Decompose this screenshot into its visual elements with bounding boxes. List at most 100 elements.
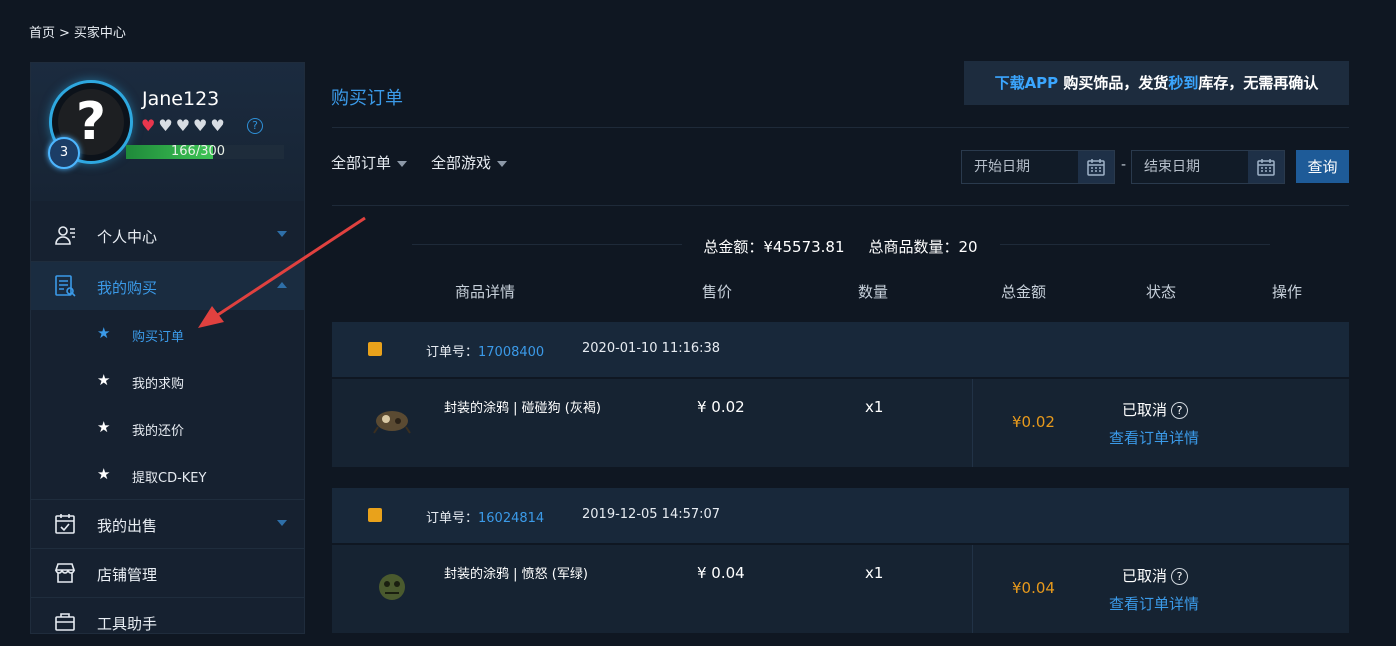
- column-header-price: 售价: [702, 283, 733, 301]
- status-label: 已取消: [1122, 567, 1168, 585]
- order-row: 封装的涂鸦 | 愤怒 (军绿) ¥ 0.04 x1 ¥0.04 已取消? 查看订…: [332, 545, 1349, 633]
- sidebar-item-my-sales[interactable]: 我的出售: [31, 500, 304, 548]
- promo-text-highlight: 秒到: [1168, 74, 1199, 92]
- breadcrumb-separator: >: [59, 26, 70, 41]
- end-date-calendar-button[interactable]: [1248, 151, 1284, 183]
- column-header-total: 总金额: [1001, 283, 1047, 301]
- star-icon: ★: [97, 465, 111, 483]
- query-button[interactable]: 查询: [1296, 150, 1349, 183]
- store-icon: [54, 563, 76, 583]
- divider: [972, 545, 973, 633]
- level-badge: 3: [48, 137, 80, 169]
- heart-empty-icon: ♥: [193, 116, 211, 135]
- star-icon: ★: [97, 371, 111, 389]
- order-type-filter[interactable]: 全部订单: [331, 152, 408, 173]
- toolbox-icon: [55, 613, 75, 631]
- calendar-icon: [1087, 159, 1105, 176]
- view-order-detail-link[interactable]: 查看订单详情: [1109, 593, 1199, 614]
- sidebar-item-label: 店铺管理: [97, 566, 158, 584]
- promo-text-highlight: 下载APP: [994, 74, 1059, 92]
- order-type-filter-label: 全部订单: [331, 154, 392, 172]
- order-time: 2020-01-10 11:16:38: [582, 341, 721, 356]
- order-number-link[interactable]: 16024814: [478, 511, 544, 526]
- sidebar-subitem-cdkey[interactable]: ★ 提取CD-KEY: [31, 451, 304, 498]
- status-help-icon[interactable]: ?: [1171, 568, 1189, 585]
- order-time: 2019-12-05 14:57:07: [582, 507, 721, 522]
- breadcrumb-home[interactable]: 首页: [29, 26, 55, 41]
- heart-empty-icon: ♥: [210, 116, 228, 135]
- sidebar-subitem-label: 我的求购: [132, 377, 185, 392]
- csgo-game-icon: [368, 342, 382, 356]
- order-total: ¥0.02: [1012, 413, 1055, 431]
- reputation-hearts: ♥♥♥♥♥: [141, 116, 228, 135]
- reputation-help-icon[interactable]: ?: [247, 118, 263, 134]
- column-header-qty: 数量: [858, 283, 889, 301]
- order-row: 封装的涂鸦 | 碰碰狗 (灰褐) ¥ 0.02 x1 ¥0.02 已取消? 查看…: [332, 379, 1349, 467]
- order-number: 订单号：16024814: [426, 507, 544, 526]
- order-total: ¥0.04: [1012, 579, 1055, 597]
- summary-total-amount: 总金额：¥45573.81: [703, 238, 845, 256]
- start-date-input[interactable]: [962, 151, 1076, 183]
- xp-text: 166/300: [171, 144, 226, 159]
- date-range-separator: -: [1121, 157, 1127, 173]
- annotation-arrow-icon: [198, 216, 366, 328]
- item-quantity: x1: [865, 398, 884, 416]
- heart-filled-icon: ♥: [141, 116, 159, 135]
- start-date-calendar-button[interactable]: [1078, 151, 1114, 183]
- column-header-status: 状态: [1146, 283, 1177, 301]
- purchase-list-icon: [55, 275, 76, 297]
- page-title: 购买订单: [331, 88, 403, 109]
- app-download-banner[interactable]: 下载APP 购买饰品，发货秒到库存，无需再确认: [964, 61, 1349, 105]
- order-status: 已取消?: [1122, 399, 1189, 420]
- order-summary: 总金额：¥45573.81 总商品数量：20: [332, 236, 1349, 257]
- sidebar-item-label: 我的购买: [97, 279, 158, 297]
- item-price: ¥ 0.04: [697, 564, 745, 582]
- sidebar-subitem-my-requests[interactable]: ★ 我的求购: [31, 357, 304, 404]
- sidebar-item-label: 工具助手: [97, 615, 158, 633]
- status-help-icon[interactable]: ?: [1171, 402, 1189, 419]
- username: Jane123: [142, 88, 220, 110]
- order-header: 订单号：16024814 2019-12-05 14:57:07: [332, 488, 1349, 543]
- sidebar-item-label: 个人中心: [97, 228, 158, 246]
- sidebar-item-store-management[interactable]: 店铺管理: [31, 549, 304, 597]
- caret-down-icon: [497, 160, 508, 167]
- view-order-detail-link[interactable]: 查看订单详情: [1109, 427, 1199, 448]
- xp-progress-bar: 166/300: [126, 144, 284, 159]
- calendar-check-icon: [55, 514, 75, 534]
- end-date-picker: [1131, 150, 1285, 184]
- breadcrumb: 首页 > 买家中心: [29, 22, 130, 41]
- sidebar-item-tools[interactable]: 工具助手: [31, 598, 304, 646]
- game-filter-label: 全部游戏: [431, 154, 492, 172]
- order-number: 订单号：17008400: [426, 341, 544, 360]
- order-number-label: 订单号：: [426, 511, 479, 526]
- item-name[interactable]: 封装的涂鸦 | 碰碰狗 (灰褐): [444, 397, 601, 416]
- column-header-action: 操作: [1272, 283, 1303, 301]
- end-date-input[interactable]: [1132, 151, 1246, 183]
- game-filter[interactable]: 全部游戏: [431, 152, 508, 173]
- caret-down-icon: [397, 160, 408, 167]
- status-label: 已取消: [1122, 401, 1168, 419]
- user-profile-icon: [55, 226, 75, 245]
- sidebar-subitem-label: 我的还价: [132, 424, 185, 439]
- item-thumbnail[interactable]: [368, 567, 416, 607]
- star-icon: ★: [97, 418, 111, 436]
- item-price: ¥ 0.02: [697, 398, 745, 416]
- order-number-label: 订单号：: [426, 345, 479, 360]
- divider: [332, 205, 1349, 206]
- start-date-picker: [961, 150, 1115, 184]
- divider: [972, 379, 973, 467]
- order-status: 已取消?: [1122, 565, 1189, 586]
- summary-total-items: 总商品数量：20: [868, 238, 978, 256]
- order-header: 订单号：17008400 2020-01-10 11:16:38: [332, 322, 1349, 377]
- breadcrumb-current: 买家中心: [73, 26, 126, 41]
- chevron-down-icon: [277, 520, 287, 526]
- column-header-detail: 商品详情: [455, 283, 516, 301]
- heart-empty-icon: ♥: [175, 116, 194, 135]
- order-number-link[interactable]: 17008400: [478, 345, 544, 360]
- sidebar-subitem-my-offers[interactable]: ★ 我的还价: [31, 404, 304, 451]
- item-quantity: x1: [865, 564, 884, 582]
- csgo-game-icon: [368, 508, 382, 522]
- item-name[interactable]: 封装的涂鸦 | 愤怒 (军绿): [444, 563, 588, 582]
- item-thumbnail[interactable]: [368, 401, 416, 441]
- calendar-icon: [1257, 159, 1275, 176]
